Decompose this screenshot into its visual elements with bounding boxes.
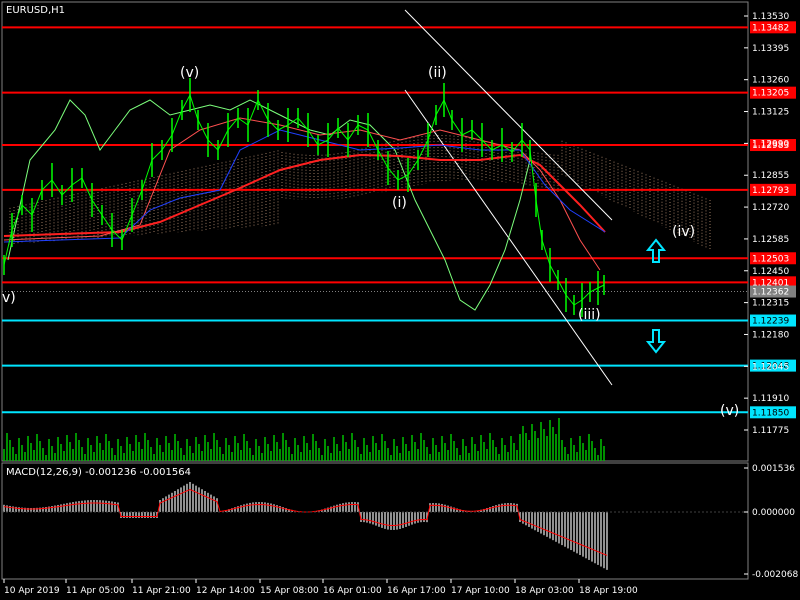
volume-bars (3, 418, 605, 461)
time-axis: 10 Apr 2019 11 Apr 05:00 11 Apr 21:00 12 Ap… (3, 579, 638, 596)
wave-label: (i) (392, 195, 407, 211)
direction-arrows (645, 238, 667, 354)
time-axis-label: 11 Apr 21:00 (132, 586, 191, 596)
wave-label: (v) (180, 65, 199, 81)
wave-label: (iv) (672, 224, 695, 240)
price-scale-label: 1.12855 (752, 171, 789, 181)
price-scale-label: 1.13125 (752, 108, 789, 118)
time-axis-label: 10 Apr 2019 (4, 586, 60, 596)
time-axis-label: 12 Apr 14:00 (196, 586, 255, 596)
time-axis-label: 18 Apr 19:00 (579, 586, 638, 596)
price-scale-label: 1.13530 (752, 12, 789, 22)
price-scale-label: 1.12180 (752, 330, 789, 340)
macd-signal-line (3, 488, 608, 556)
trading-chart[interactable]: 1.134821.132051.129831.127931.125031.124… (0, 0, 800, 600)
time-axis-label: 16 Apr 01:00 (323, 586, 382, 596)
arrow-down-icon (645, 329, 667, 354)
macd-panel[interactable] (1, 462, 749, 580)
price-scale-label: 1.12990 (752, 139, 789, 149)
symbol-title: EURUSD,H1 (6, 5, 65, 16)
price-scale-label: 1.12045 (752, 362, 789, 372)
horizontal-levels[interactable]: 1.134821.132051.129831.127931.125031.124… (2, 21, 796, 419)
price-scale-label: 1.13260 (752, 76, 789, 86)
time-axis-label: 17 Apr 10:00 (451, 586, 510, 596)
price-scale-label: 1.12450 (752, 267, 789, 277)
level-price-text: 1.13482 (752, 23, 789, 33)
wave-label: (v) (720, 403, 739, 419)
wave-label: v) (2, 290, 16, 306)
lagging-line (7, 99, 531, 311)
macd-histogram (2, 482, 748, 570)
price-scale-label: 1.12720 (752, 203, 789, 213)
level-price-text: 1.12239 (752, 317, 789, 327)
level-price-text: 1.13205 (752, 89, 789, 99)
price-scale-label: 1.11775 (752, 426, 789, 436)
price-scale-label: 1.11910 (752, 394, 789, 404)
time-axis-label: 11 Apr 05:00 (66, 586, 125, 596)
level-price-text: 1.12793 (752, 186, 789, 196)
wave-label: (iii) (578, 307, 601, 323)
time-axis-label: 16 Apr 17:00 (387, 586, 446, 596)
wave-label: (ii) (428, 65, 447, 81)
macd-scale-label: -0.002068 (752, 570, 798, 580)
signal-moving-average (3, 129, 606, 243)
macd-title: MACD(12,26,9) -0.001236 -0.001564 (6, 467, 191, 478)
macd-scale-label: 0.001536 (752, 464, 795, 474)
price-scale-label: 1.13395 (752, 44, 789, 54)
level-price-text: 1.11850 (752, 408, 789, 418)
macd-scale-label: 0.000000 (752, 508, 795, 518)
time-axis-label: 18 Apr 03:00 (515, 586, 574, 596)
price-bars (3, 78, 605, 317)
current-price-text: 1.12362 (752, 288, 789, 298)
price-scale-label: 1.12585 (752, 235, 789, 245)
price-scale-label: 1.12315 (752, 299, 789, 309)
time-axis-label: 15 Apr 08:00 (260, 586, 319, 596)
level-price-text: 1.12503 (752, 254, 789, 264)
